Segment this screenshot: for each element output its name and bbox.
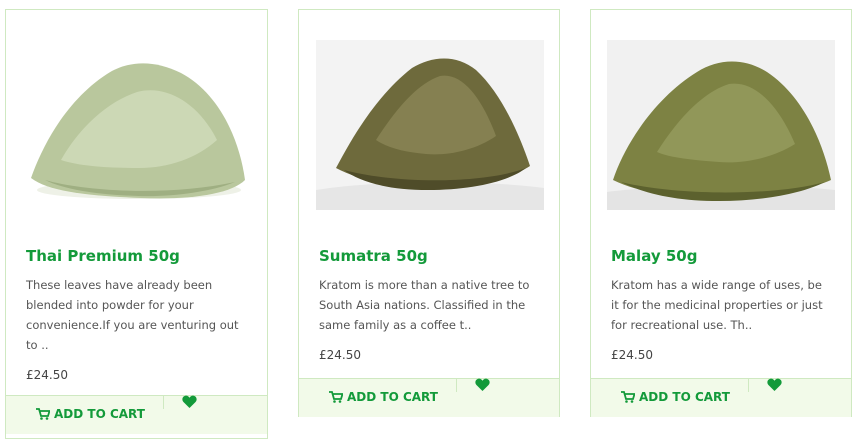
card-actions: ADD TO CART [591, 378, 851, 417]
product-price: £24.50 [611, 348, 653, 362]
product-title[interactable]: Malay 50g [611, 247, 697, 265]
product-price: £24.50 [319, 348, 361, 362]
product-image[interactable] [607, 40, 835, 210]
card-actions: ADD TO CART [299, 378, 559, 417]
product-description: These leaves have already been blended i… [26, 278, 239, 352]
product-title[interactable]: Thai Premium 50g [26, 247, 180, 265]
add-to-cart-label: ADD TO CART [347, 390, 438, 404]
add-to-cart-button[interactable]: ADD TO CART [329, 390, 438, 404]
product-image[interactable] [21, 40, 251, 210]
product-title[interactable]: Sumatra 50g [319, 247, 428, 265]
heart-icon[interactable] [182, 395, 197, 408]
product-card: Malay 50g Kratom has a wide range of use… [590, 9, 852, 417]
heart-icon[interactable] [767, 378, 782, 391]
product-price: £24.50 [26, 368, 68, 382]
action-divider [456, 379, 457, 392]
shopping-cart-icon [36, 408, 50, 420]
add-to-cart-button[interactable]: ADD TO CART [36, 407, 145, 421]
heart-icon[interactable] [475, 378, 490, 391]
product-card: Thai Premium 50g These leaves have alrea… [5, 9, 268, 439]
add-to-cart-label: ADD TO CART [54, 407, 145, 421]
product-card: Sumatra 50g Kratom is more than a native… [298, 9, 560, 417]
shopping-cart-icon [621, 391, 635, 403]
product-description: Kratom is more than a native tree to Sou… [319, 278, 530, 332]
add-to-cart-label: ADD TO CART [639, 390, 730, 404]
action-divider [748, 379, 749, 392]
product-description: Kratom has a wide range of uses, be it f… [611, 278, 823, 332]
product-image[interactable] [316, 40, 544, 210]
add-to-cart-button[interactable]: ADD TO CART [621, 390, 730, 404]
card-actions: ADD TO CART [6, 395, 267, 434]
action-divider [163, 396, 164, 409]
shopping-cart-icon [329, 391, 343, 403]
